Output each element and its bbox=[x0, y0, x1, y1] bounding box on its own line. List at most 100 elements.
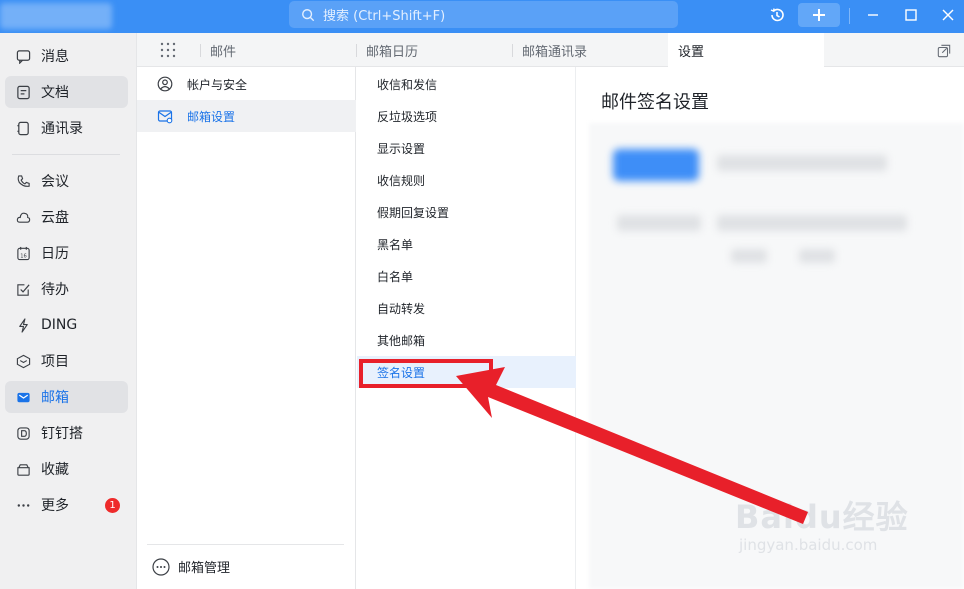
settings-category-panel: 帐户与安全 邮箱设置 邮箱管理 bbox=[137, 67, 356, 589]
tab-label: 设置 bbox=[678, 44, 705, 60]
setting-auto-forward[interactable]: 自动转发 bbox=[357, 292, 576, 324]
more-icon bbox=[17, 503, 30, 507]
nav-item-calendar[interactable]: 16 日历 bbox=[5, 237, 128, 269]
category-label: 邮箱设置 bbox=[187, 109, 236, 124]
new-button[interactable] bbox=[798, 3, 840, 27]
mailbox-settings-list: 收信和发信 反垃圾选项 显示设置 收信规则 假期回复设置 黑名单 白名单 自动转… bbox=[357, 67, 576, 589]
mail-settings-icon bbox=[157, 110, 173, 124]
search-placeholder: 搜索 (Ctrl+Shift+F) bbox=[323, 9, 446, 24]
tab-divider bbox=[512, 44, 513, 57]
setting-label: 其他邮箱 bbox=[377, 333, 426, 348]
watermark-main: Baidu经验 bbox=[735, 498, 909, 536]
nav-label: 日历 bbox=[41, 246, 69, 262]
nav-item-messages[interactable]: 消息 bbox=[5, 40, 128, 72]
blurred-text bbox=[717, 215, 907, 231]
maximize-button[interactable] bbox=[897, 3, 925, 27]
popout-window-icon[interactable] bbox=[937, 44, 951, 58]
title-bar: 搜索 (Ctrl+Shift+F) bbox=[0, 0, 964, 33]
setting-label: 收信和发信 bbox=[377, 77, 438, 92]
footer-divider bbox=[147, 544, 344, 545]
annotation-highlight-box bbox=[359, 359, 493, 388]
category-label: 帐户与安全 bbox=[187, 77, 248, 92]
setting-inbox-rules[interactable]: 收信规则 bbox=[357, 164, 576, 196]
phone-icon bbox=[17, 174, 30, 187]
setting-vacation-reply[interactable]: 假期回复设置 bbox=[357, 196, 576, 228]
setting-blacklist[interactable]: 黑名单 bbox=[357, 228, 576, 260]
setting-whitelist[interactable]: 白名单 bbox=[357, 260, 576, 292]
nav-item-meetings[interactable]: 会议 bbox=[5, 165, 128, 197]
nav-item-mailbox[interactable]: 邮箱 bbox=[5, 381, 128, 413]
tab-divider bbox=[356, 44, 357, 57]
favorites-icon bbox=[17, 463, 30, 476]
cloud-icon bbox=[16, 212, 31, 223]
blurred-text bbox=[731, 249, 767, 263]
nav-item-dingda[interactable]: 钉钉搭 bbox=[5, 417, 128, 449]
mail-icon bbox=[17, 392, 30, 402]
category-account-security[interactable]: 帐户与安全 bbox=[137, 68, 356, 100]
nav-item-documents[interactable]: 文档 bbox=[5, 76, 128, 108]
setting-label: 收信规则 bbox=[377, 173, 426, 188]
setting-other-mailboxes[interactable]: 其他邮箱 bbox=[357, 324, 576, 356]
todo-icon bbox=[17, 283, 30, 296]
nav-label: 通讯录 bbox=[41, 121, 83, 137]
blurred-text bbox=[717, 155, 887, 171]
notification-badge: 1 bbox=[105, 498, 120, 513]
nav-label: 待办 bbox=[41, 282, 69, 298]
history-button[interactable] bbox=[763, 3, 791, 27]
blurred-text bbox=[799, 249, 835, 263]
setting-label: 白名单 bbox=[377, 269, 414, 284]
nav-label: 更多 bbox=[41, 498, 69, 514]
nav-item-projects[interactable]: 项目 bbox=[5, 345, 128, 377]
blurred-button bbox=[613, 149, 699, 181]
nav-label: 收藏 bbox=[41, 462, 69, 478]
nav-item-ding[interactable]: DING bbox=[5, 309, 128, 341]
contacts-icon bbox=[17, 121, 29, 135]
nav-item-todo[interactable]: 待办 bbox=[5, 273, 128, 305]
blurred-text bbox=[617, 215, 701, 231]
category-mailbox-settings[interactable]: 邮箱设置 bbox=[137, 100, 356, 132]
nav-label: 消息 bbox=[41, 49, 69, 65]
titlebar-divider bbox=[849, 8, 850, 24]
grid-menu-icon[interactable] bbox=[160, 42, 176, 58]
close-button[interactable] bbox=[934, 3, 962, 27]
maximize-icon bbox=[905, 9, 917, 21]
svg-text:16: 16 bbox=[20, 253, 27, 259]
left-navigation: 消息 文档 通讯录 会议 云盘 16 日历 待办 DING 项目 邮箱 钉钉搭 bbox=[0, 33, 137, 589]
search-icon bbox=[302, 8, 315, 21]
document-icon bbox=[17, 85, 30, 99]
nav-item-favorites[interactable]: 收藏 bbox=[5, 453, 128, 485]
tab-label: 邮件 bbox=[210, 44, 237, 60]
setting-anti-spam[interactable]: 反垃圾选项 bbox=[357, 100, 576, 132]
nav-label: 钉钉搭 bbox=[41, 426, 83, 442]
blurred-app-title bbox=[0, 3, 112, 29]
lightning-icon bbox=[19, 317, 28, 333]
calendar-icon: 16 bbox=[17, 246, 30, 260]
mailbox-management-button[interactable]: 邮箱管理 bbox=[152, 557, 230, 576]
tab-settings[interactable]: 设置 bbox=[668, 33, 824, 67]
setting-label: 显示设置 bbox=[377, 141, 426, 156]
nav-label: 会议 bbox=[41, 174, 69, 190]
nav-item-more[interactable]: 更多 1 bbox=[5, 489, 128, 521]
tab-mail-calendar[interactable]: 邮箱日历 bbox=[366, 33, 506, 67]
more-circle-icon bbox=[152, 557, 170, 576]
project-icon bbox=[16, 354, 31, 368]
setting-display[interactable]: 显示设置 bbox=[357, 132, 576, 164]
tab-mail-contacts[interactable]: 邮箱通讯录 bbox=[522, 33, 662, 67]
watermark-sub: jingyan.baidu.com bbox=[739, 536, 878, 554]
minimize-button[interactable] bbox=[859, 3, 887, 27]
nav-item-cloud-drive[interactable]: 云盘 bbox=[5, 201, 128, 233]
nav-label: DING bbox=[41, 317, 78, 333]
nav-divider bbox=[12, 154, 120, 155]
setting-label: 假期回复设置 bbox=[377, 205, 450, 220]
tab-label: 邮箱通讯录 bbox=[522, 44, 588, 60]
mailbox-management-label: 邮箱管理 bbox=[178, 561, 231, 576]
minimize-icon bbox=[868, 14, 878, 16]
tab-mail[interactable]: 邮件 bbox=[210, 33, 350, 67]
nav-item-contacts[interactable]: 通讯录 bbox=[5, 112, 128, 144]
plus-icon bbox=[813, 9, 825, 21]
search-bar[interactable]: 搜索 (Ctrl+Shift+F) bbox=[289, 1, 678, 28]
setting-label: 黑名单 bbox=[377, 237, 414, 252]
tab-bar: 邮件 邮箱日历 邮箱通讯录 设置 bbox=[137, 33, 964, 67]
watermark: Baidu经验 jingyan.baidu.com bbox=[735, 480, 915, 570]
setting-send-receive[interactable]: 收信和发信 bbox=[357, 68, 576, 100]
